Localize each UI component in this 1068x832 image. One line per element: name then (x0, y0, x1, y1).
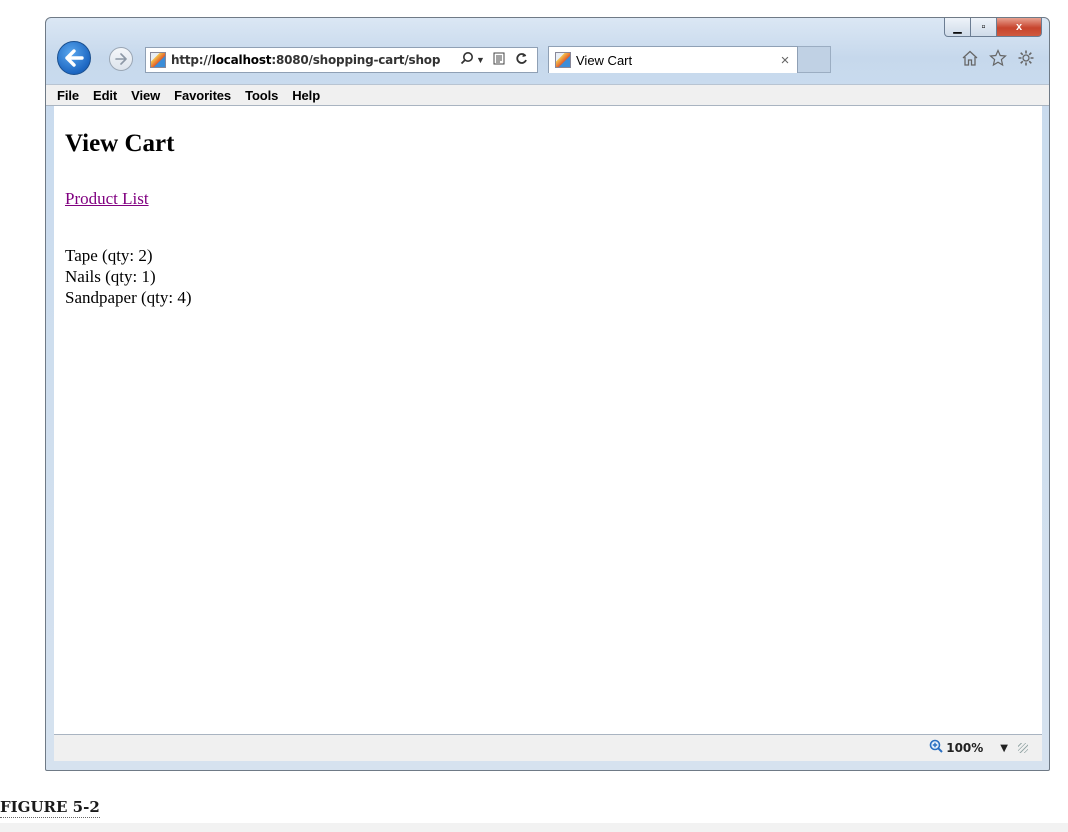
star-icon[interactable] (989, 49, 1007, 72)
home-icon[interactable] (961, 49, 979, 72)
minimize-button[interactable]: ▁ (944, 18, 971, 37)
cart-item-nails: Nails (qty: 1) (65, 267, 156, 286)
window-controls: ▁ ▫ x (944, 18, 1042, 38)
search-icon[interactable] (458, 51, 476, 69)
page-content: View Cart Product List Tape (qty: 2) Nai… (54, 106, 1042, 734)
menu-edit[interactable]: Edit (87, 88, 125, 103)
address-dropdown-icon[interactable]: ▼ (476, 55, 486, 65)
browser-window: ▁ ▫ x http://localhost:8080/shopping-car… (45, 17, 1050, 771)
product-list-link[interactable]: Product List (65, 189, 149, 209)
refresh-icon[interactable] (512, 52, 530, 69)
close-window-button[interactable]: x (997, 18, 1042, 37)
close-tab-icon[interactable]: × (773, 52, 797, 69)
menu-file[interactable]: File (51, 88, 87, 103)
status-bar: 100% ▼ (54, 734, 1042, 761)
forward-arrow-icon (115, 53, 127, 65)
forward-button[interactable] (109, 47, 133, 71)
navigation-toolbar: http://localhost:8080/shopping-cart/shop… (46, 38, 1049, 84)
page-favicon-icon (150, 52, 166, 68)
page-bottom-band (0, 823, 1068, 832)
zoom-control[interactable]: 100% ▼ (929, 739, 1008, 757)
address-url[interactable]: http://localhost:8080/shopping-cart/shop (171, 53, 454, 67)
browser-command-icons (961, 49, 1035, 72)
compatibility-view-icon[interactable] (490, 52, 508, 69)
maximize-button[interactable]: ▫ (971, 18, 997, 37)
cart-items-list: Tape (qty: 2) Nails (qty: 1) Sandpaper (… (65, 245, 192, 308)
figure-caption: FIGURE 5-2 (0, 798, 100, 818)
menu-favorites[interactable]: Favorites (168, 88, 239, 103)
zoom-icon (929, 739, 943, 757)
back-arrow-icon (65, 49, 84, 67)
menu-bar: File Edit View Favorites Tools Help (46, 84, 1049, 106)
address-bar[interactable]: http://localhost:8080/shopping-cart/shop… (145, 47, 538, 73)
menu-help[interactable]: Help (286, 88, 328, 103)
cart-item-tape: Tape (qty: 2) (65, 246, 153, 265)
url-path: :8080/shopping-cart/shop (271, 53, 441, 67)
cart-item-sandpaper: Sandpaper (qty: 4) (65, 288, 192, 307)
new-tab-button[interactable] (798, 46, 831, 73)
menu-view[interactable]: View (125, 88, 168, 103)
url-host: localhost (211, 53, 272, 67)
back-button[interactable] (57, 41, 91, 75)
page-title: View Cart (65, 130, 175, 157)
resize-grip-icon[interactable] (1018, 743, 1028, 753)
menu-tools[interactable]: Tools (239, 88, 286, 103)
gear-icon[interactable] (1017, 49, 1035, 72)
tab-favicon-icon (555, 52, 571, 68)
url-scheme: http:// (171, 53, 212, 67)
tab-view-cart[interactable]: View Cart × (548, 46, 798, 73)
zoom-dropdown-icon[interactable]: ▼ (1000, 743, 1008, 754)
tab-title: View Cart (576, 52, 633, 68)
zoom-level: 100% (946, 741, 984, 755)
